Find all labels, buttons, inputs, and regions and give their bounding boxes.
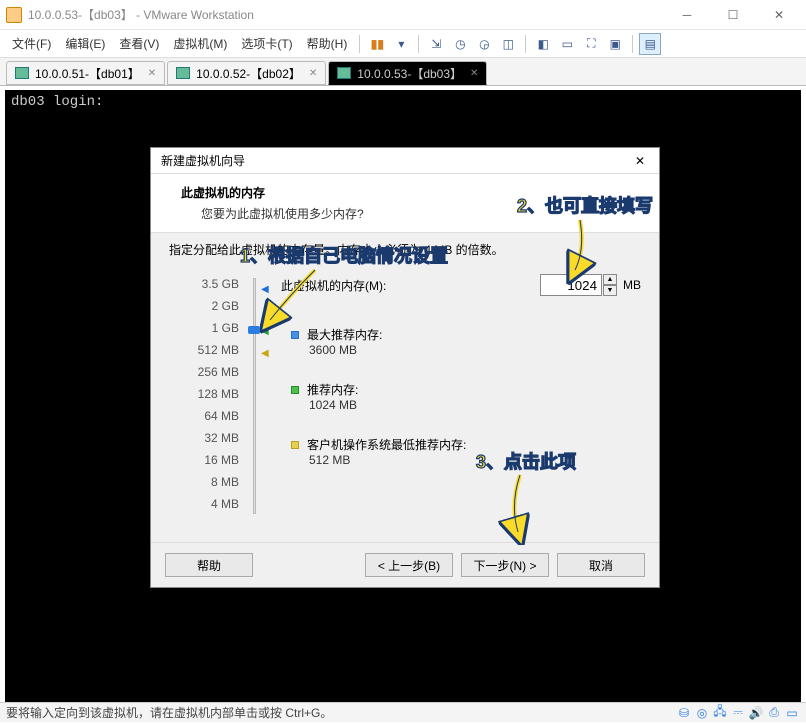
status-text: 要将输入定向到该虚拟机，请在虚拟机内部单击或按 Ctrl+G。 [6, 704, 332, 721]
separator [632, 35, 633, 53]
separator [359, 35, 360, 53]
slider-thumb[interactable] [248, 326, 260, 334]
separator [418, 35, 419, 53]
vm-icon [15, 67, 29, 79]
max-rec-icon [291, 331, 299, 339]
memory-scale-labels: 3.5 GB 2 GB 1 GB 512 MB 256 MB 128 MB 64… [169, 268, 239, 519]
memory-input-label: 此虚拟机的内存(M): [281, 277, 540, 294]
tab-strip: 10.0.0.51-【db01】 ✕ 10.0.0.52-【db02】 ✕ 10… [0, 58, 806, 86]
status-usb-icon[interactable]: ⎓ [730, 705, 746, 721]
close-icon[interactable]: ✕ [309, 68, 317, 79]
back-button[interactable]: < 上一步(B) [365, 553, 453, 577]
min-rec-icon [291, 441, 299, 449]
dialog-close-button[interactable]: ✕ [631, 152, 649, 170]
dialog-titlebar: 新建虚拟机向导 ✕ [151, 148, 659, 174]
minimize-button[interactable]: ─ [664, 0, 710, 30]
status-sound-icon[interactable]: 🔊 [748, 705, 764, 721]
new-vm-wizard-dialog: 新建虚拟机向导 ✕ 此虚拟机的内存 您要为此虚拟机使用多少内存? 指定分配给此虚… [150, 147, 660, 588]
max-rec-label: 最大推荐内存: [307, 326, 382, 343]
menubar: 文件(F) 编辑(E) 查看(V) 虚拟机(M) 选项卡(T) 帮助(H) ▮▮… [0, 30, 806, 58]
tab-label: 10.0.0.51-【db01】 [35, 65, 140, 82]
menu-view[interactable]: 查看(V) [113, 33, 165, 54]
rec-label: 推荐内存: [307, 381, 358, 398]
status-cd-icon[interactable]: ◎ [694, 705, 710, 721]
rec-value: 1024 MB [291, 398, 641, 412]
menu-vm[interactable]: 虚拟机(M) [167, 33, 233, 54]
alloc-label: 指定分配给此虚拟机的内存量。内存大小必须为 4 MB 的倍数。 [169, 241, 641, 258]
menu-edit[interactable]: 编辑(E) [59, 33, 111, 54]
tab-label: 10.0.0.52-【db02】 [196, 65, 301, 82]
layout2-icon[interactable]: ▭ [556, 33, 578, 55]
maximize-button[interactable]: ☐ [710, 0, 756, 30]
menu-help[interactable]: 帮助(H) [301, 33, 354, 54]
dialog-subheading: 您要为此虚拟机使用多少内存? [181, 205, 641, 222]
close-icon[interactable]: ✕ [148, 68, 156, 79]
pause-icon[interactable]: ▮▮ [366, 33, 388, 55]
layout1-icon[interactable]: ◧ [532, 33, 554, 55]
vm-icon [176, 67, 190, 79]
separator [525, 35, 526, 53]
status-bar: 要将输入定向到该虚拟机，请在虚拟机内部单击或按 Ctrl+G。 ⛁ ◎ 🖧 ⎓ … [0, 702, 806, 722]
memory-unit: MB [623, 278, 641, 292]
next-button[interactable]: 下一步(N) > [461, 553, 549, 577]
fullscreen-icon[interactable]: ⛶ [580, 33, 602, 55]
window-titlebar: 10.0.0.53-【db03】 - VMware Workstation ─ … [0, 0, 806, 30]
revert-icon[interactable]: ◶ [473, 33, 495, 55]
menu-file[interactable]: 文件(F) [6, 33, 57, 54]
vm-icon [337, 67, 351, 79]
power-dropdown-icon[interactable]: ▾ [390, 33, 412, 55]
send-button-icon[interactable]: ⇲ [425, 33, 447, 55]
cancel-button[interactable]: 取消 [557, 553, 645, 577]
rec-icon [291, 386, 299, 394]
unity-icon[interactable]: ▣ [604, 33, 626, 55]
tab-label: 10.0.0.53-【db03】 [357, 65, 462, 82]
close-button[interactable]: ✕ [756, 0, 802, 30]
dialog-title: 新建虚拟机向导 [161, 152, 631, 169]
dialog-body: 指定分配给此虚拟机的内存量。内存大小必须为 4 MB 的倍数。 3.5 GB 2… [151, 232, 659, 542]
tab-db02[interactable]: 10.0.0.52-【db02】 ✕ [167, 61, 326, 85]
memory-spinner[interactable]: ▲▼ [603, 274, 617, 296]
app-icon [6, 7, 22, 23]
status-disk-icon[interactable]: ⛁ [676, 705, 692, 721]
dialog-header: 此虚拟机的内存 您要为此虚拟机使用多少内存? [151, 174, 659, 232]
dialog-heading: 此虚拟机的内存 [181, 184, 641, 201]
tab-db03[interactable]: 10.0.0.53-【db03】 ✕ [328, 61, 487, 85]
max-rec-value: 3600 MB [291, 343, 641, 357]
close-icon[interactable]: ✕ [470, 68, 478, 79]
snapshot-icon[interactable]: ◷ [449, 33, 471, 55]
memory-slider[interactable]: ◀ ◀ ◀ [239, 274, 269, 520]
dialog-footer: 帮助 < 上一步(B) 下一步(N) > 取消 [151, 542, 659, 587]
console-view-icon[interactable]: ▤ [639, 33, 661, 55]
manage-snapshot-icon[interactable]: ◫ [497, 33, 519, 55]
window-title: 10.0.0.53-【db03】 - VMware Workstation [28, 6, 664, 23]
status-printer-icon[interactable]: ⎙ [766, 705, 782, 721]
tab-db01[interactable]: 10.0.0.51-【db01】 ✕ [6, 61, 165, 85]
min-rec-value: 512 MB [291, 453, 641, 467]
menu-tabs[interactable]: 选项卡(T) [235, 33, 298, 54]
status-net-icon[interactable]: 🖧 [712, 705, 728, 721]
status-display-icon[interactable]: ▭ [784, 705, 800, 721]
memory-input[interactable] [540, 274, 602, 296]
min-rec-label: 客户机操作系统最低推荐内存: [307, 436, 466, 453]
help-button[interactable]: 帮助 [165, 553, 253, 577]
console-text: db03 login: [11, 94, 795, 110]
